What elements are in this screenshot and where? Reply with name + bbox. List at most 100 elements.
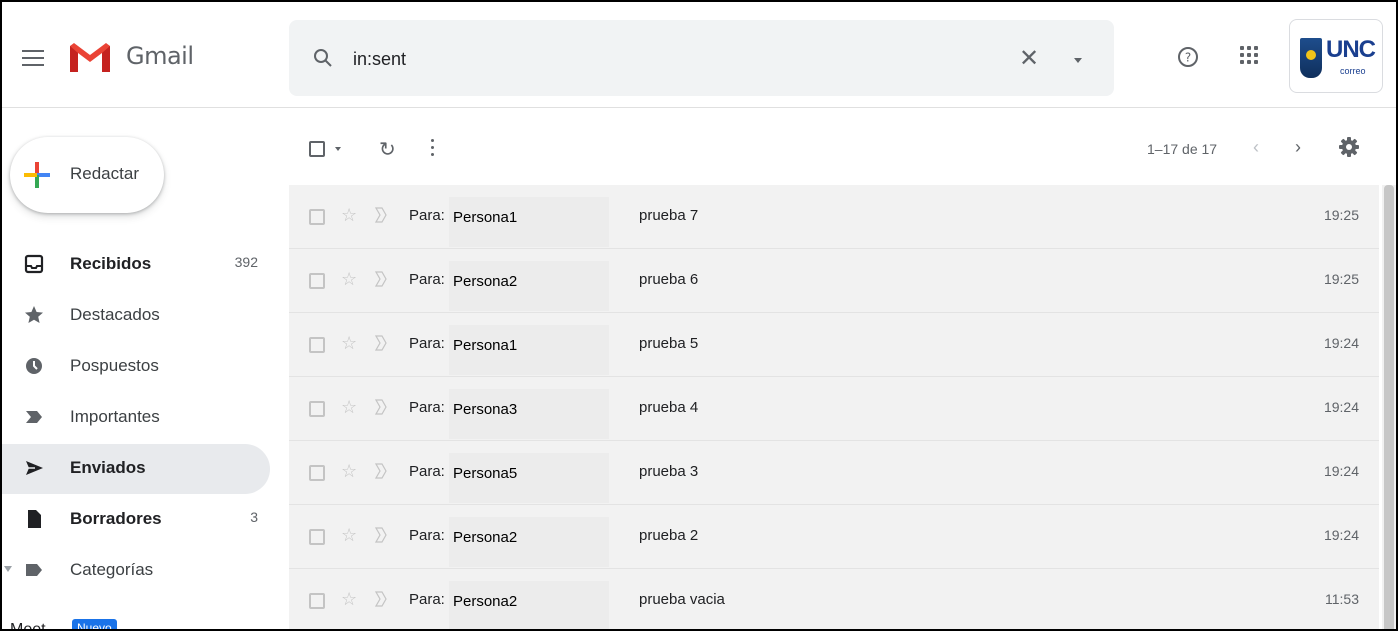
- email-time: 11:53: [1325, 591, 1359, 607]
- row-checkbox[interactable]: [309, 401, 325, 417]
- meet-section-title: Meet: [10, 621, 46, 631]
- sidebar-item-label: Recibidos: [70, 254, 152, 273]
- draft-icon: [28, 510, 41, 528]
- compose-label: Redactar: [70, 164, 139, 183]
- settings-gear-icon[interactable]: [1339, 137, 1359, 157]
- inbox-icon: [24, 254, 44, 274]
- sidebar-item-label: Enviados: [70, 458, 146, 477]
- account-button[interactable]: UNC correo: [1289, 19, 1383, 93]
- sidebar-item-important[interactable]: Importantes: [2, 393, 270, 443]
- email-time: 19:25: [1323, 207, 1359, 223]
- unc-crest-icon: [1300, 38, 1322, 78]
- email-subject: prueba 3: [639, 463, 699, 480]
- select-menu-chevron-icon[interactable]: [335, 147, 341, 151]
- row-checkbox[interactable]: [309, 273, 325, 289]
- email-time: 19:24: [1323, 463, 1359, 479]
- star-icon[interactable]: ☆: [341, 205, 357, 226]
- list-scrollbar[interactable]: [1382, 185, 1396, 629]
- search-icon[interactable]: [313, 48, 333, 68]
- email-row[interactable]: ☆ Para: Persona2 prueba vacia 11:53: [289, 569, 1379, 629]
- star-icon[interactable]: ☆: [341, 269, 357, 290]
- sidebar-item-starred[interactable]: Destacados: [2, 291, 270, 341]
- recipient-name: Persona1: [453, 337, 518, 354]
- app-name: Gmail: [126, 42, 194, 70]
- email-row[interactable]: ☆ Para: Persona2 prueba 2 19:24: [289, 505, 1379, 569]
- sidebar-item-snoozed[interactable]: Pospuestos: [2, 342, 270, 392]
- important-marker-icon[interactable]: [375, 335, 387, 351]
- star-icon[interactable]: ☆: [341, 333, 357, 354]
- email-row[interactable]: ☆ Para: Persona2 prueba 6 19:25: [289, 249, 1379, 313]
- recipient-name: Persona2: [453, 273, 518, 290]
- email-row[interactable]: ☆ Para: Persona1 prueba 5 19:24: [289, 313, 1379, 377]
- important-marker-icon[interactable]: [375, 463, 387, 479]
- recipient-name: Persona3: [453, 401, 518, 418]
- refresh-icon[interactable]: ↻: [379, 137, 396, 161]
- row-checkbox[interactable]: [309, 465, 325, 481]
- select-all-checkbox[interactable]: [309, 141, 325, 157]
- star-icon[interactable]: ☆: [341, 397, 357, 418]
- recipient-name: Persona1: [453, 209, 518, 226]
- email-row[interactable]: ☆ Para: Persona3 prueba 4 19:24: [289, 377, 1379, 441]
- pagination-text: 1–17 de 17: [1147, 141, 1218, 157]
- clear-search-icon[interactable]: ✕: [1019, 44, 1039, 72]
- row-checkbox[interactable]: [309, 593, 325, 609]
- email-subject: prueba 7: [639, 207, 699, 224]
- help-icon[interactable]: ?: [1177, 46, 1199, 68]
- email-subject: prueba 4: [639, 399, 699, 416]
- label-icon: [26, 564, 42, 576]
- sidebar-item-label: Destacados: [70, 305, 160, 324]
- search-bar[interactable]: ✕: [289, 20, 1114, 96]
- email-time: 19:24: [1323, 335, 1359, 351]
- more-options-icon[interactable]: [431, 139, 435, 159]
- star-icon[interactable]: ☆: [341, 589, 357, 610]
- compose-button[interactable]: Redactar: [10, 137, 164, 213]
- account-logo-sub: correo: [1340, 66, 1366, 76]
- email-time: 19:24: [1323, 527, 1359, 543]
- email-time: 19:25: [1323, 271, 1359, 287]
- recipient-prefix: Para:: [409, 527, 445, 544]
- important-marker-icon[interactable]: [375, 271, 387, 287]
- sidebar-item-inbox[interactable]: Recibidos 392: [2, 240, 270, 290]
- email-row[interactable]: ☆ Para: Persona1 prueba 7 19:25: [289, 185, 1379, 249]
- recipient-prefix: Para:: [409, 399, 445, 416]
- sidebar-item-drafts[interactable]: Borradores 3: [2, 495, 270, 545]
- top-bar: Gmail ✕ ? UNC correo: [2, 2, 1396, 108]
- sidebar-item-label: Categorías: [70, 560, 154, 579]
- email-time: 19:24: [1323, 399, 1359, 415]
- list-toolbar: ↻ 1–17 de 17 ‹ ›: [289, 109, 1396, 185]
- search-input[interactable]: [353, 46, 953, 72]
- recipient-prefix: Para:: [409, 207, 445, 224]
- next-page-icon[interactable]: ›: [1295, 137, 1301, 158]
- previous-page-icon[interactable]: ‹: [1253, 137, 1259, 158]
- row-checkbox[interactable]: [309, 337, 325, 353]
- scrollbar-thumb[interactable]: [1384, 185, 1394, 629]
- sidebar-item-label: Borradores: [70, 509, 162, 528]
- new-badge: Nuevo: [72, 619, 117, 629]
- expand-arrow-icon[interactable]: [4, 566, 12, 572]
- email-row[interactable]: ☆ Para: Persona5 prueba 3 19:24: [289, 441, 1379, 505]
- recipient-name: Persona2: [453, 529, 518, 546]
- sidebar-item-categories[interactable]: Categorías: [2, 546, 270, 596]
- star-icon[interactable]: ☆: [341, 461, 357, 482]
- search-options-icon[interactable]: [1074, 58, 1082, 63]
- important-marker-icon[interactable]: [375, 207, 387, 223]
- sidebar-item-sent[interactable]: Enviados: [2, 444, 270, 494]
- row-checkbox[interactable]: [309, 209, 325, 225]
- important-marker-icon[interactable]: [375, 527, 387, 543]
- recipient-prefix: Para:: [409, 591, 445, 608]
- sidebar-item-label: Importantes: [70, 407, 160, 426]
- star-icon[interactable]: ☆: [341, 525, 357, 546]
- row-checkbox[interactable]: [309, 529, 325, 545]
- menu-icon[interactable]: [22, 50, 44, 66]
- recipient-prefix: Para:: [409, 271, 445, 288]
- plus-icon: [24, 162, 50, 188]
- apps-grid-icon[interactable]: [1240, 46, 1258, 64]
- account-logo-text: UNC: [1326, 36, 1376, 63]
- important-marker-icon[interactable]: [375, 399, 387, 415]
- svg-text:?: ?: [1185, 51, 1191, 65]
- unread-count: 392: [234, 254, 258, 270]
- gmail-logo-icon[interactable]: [68, 40, 112, 74]
- send-icon: [26, 461, 43, 475]
- important-marker-icon[interactable]: [375, 591, 387, 607]
- recipient-prefix: Para:: [409, 463, 445, 480]
